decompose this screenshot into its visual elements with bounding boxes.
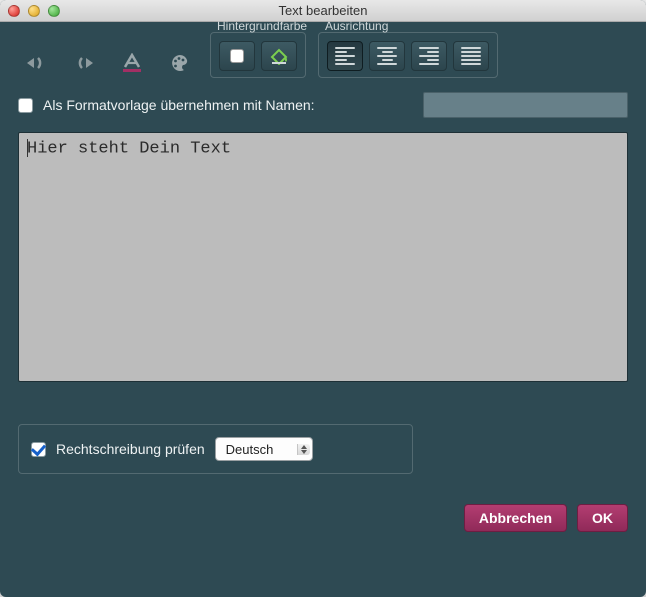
text-editor[interactable]: Hier steht Dein Text — [18, 132, 628, 382]
undo-icon — [24, 54, 48, 72]
dialog-footer: Abbrechen OK — [18, 504, 628, 532]
toolbar: Hintergrundfarbe Ausrichtung — [18, 32, 628, 78]
spellcheck-checkbox[interactable] — [31, 442, 46, 457]
spellcheck-panel: Rechtschreibung prüfen Deutsch — [18, 424, 413, 474]
align-left-button[interactable] — [327, 41, 363, 71]
save-as-template-checkbox[interactable] — [18, 98, 33, 113]
alignment-group: Ausrichtung — [318, 32, 498, 78]
cancel-button[interactable]: Abbrechen — [464, 504, 567, 532]
group-label: Hintergrundfarbe — [217, 19, 307, 33]
font-color-icon — [121, 53, 143, 73]
align-justify-button[interactable] — [453, 41, 489, 71]
redo-icon — [72, 54, 96, 72]
undo-button[interactable] — [18, 48, 54, 78]
select-arrows-icon — [297, 444, 310, 455]
titlebar: Text bearbeiten — [0, 0, 646, 22]
template-label: Als Formatvorlage übernehmen mit Namen: — [43, 97, 315, 113]
dialog-content: Hintergrundfarbe Ausrichtung — [0, 22, 646, 550]
window-title: Text bearbeiten — [0, 3, 646, 18]
close-window-button[interactable] — [8, 5, 20, 17]
paint-bucket-icon — [269, 47, 289, 65]
window-controls — [0, 5, 60, 17]
bg-color-swatch-button[interactable] — [219, 41, 255, 71]
align-center-button[interactable] — [369, 41, 405, 71]
group-label: Ausrichtung — [325, 19, 388, 33]
color-swatch-icon — [230, 49, 244, 63]
editor-text: Hier steht Dein Text — [27, 139, 231, 158]
palette-icon — [169, 53, 191, 73]
dialog-window: Text bearbeiten — [0, 0, 646, 597]
language-select-value: Deutsch — [226, 442, 274, 457]
background-color-group: Hintergrundfarbe — [210, 32, 306, 78]
align-center-icon — [377, 47, 397, 65]
language-select[interactable]: Deutsch — [215, 437, 314, 461]
bg-fill-button[interactable] — [261, 41, 297, 71]
ok-button[interactable]: OK — [577, 504, 628, 532]
font-color-button[interactable] — [114, 48, 150, 78]
color-palette-button[interactable] — [162, 48, 198, 78]
redo-button[interactable] — [66, 48, 102, 78]
zoom-window-button[interactable] — [48, 5, 60, 17]
align-justify-icon — [461, 47, 481, 65]
template-row: Als Formatvorlage übernehmen mit Namen: — [18, 92, 628, 118]
minimize-window-button[interactable] — [28, 5, 40, 17]
spellcheck-label: Rechtschreibung prüfen — [56, 441, 205, 457]
template-name-input[interactable] — [423, 92, 628, 118]
align-left-icon — [335, 47, 355, 65]
align-right-icon — [419, 47, 439, 65]
align-right-button[interactable] — [411, 41, 447, 71]
